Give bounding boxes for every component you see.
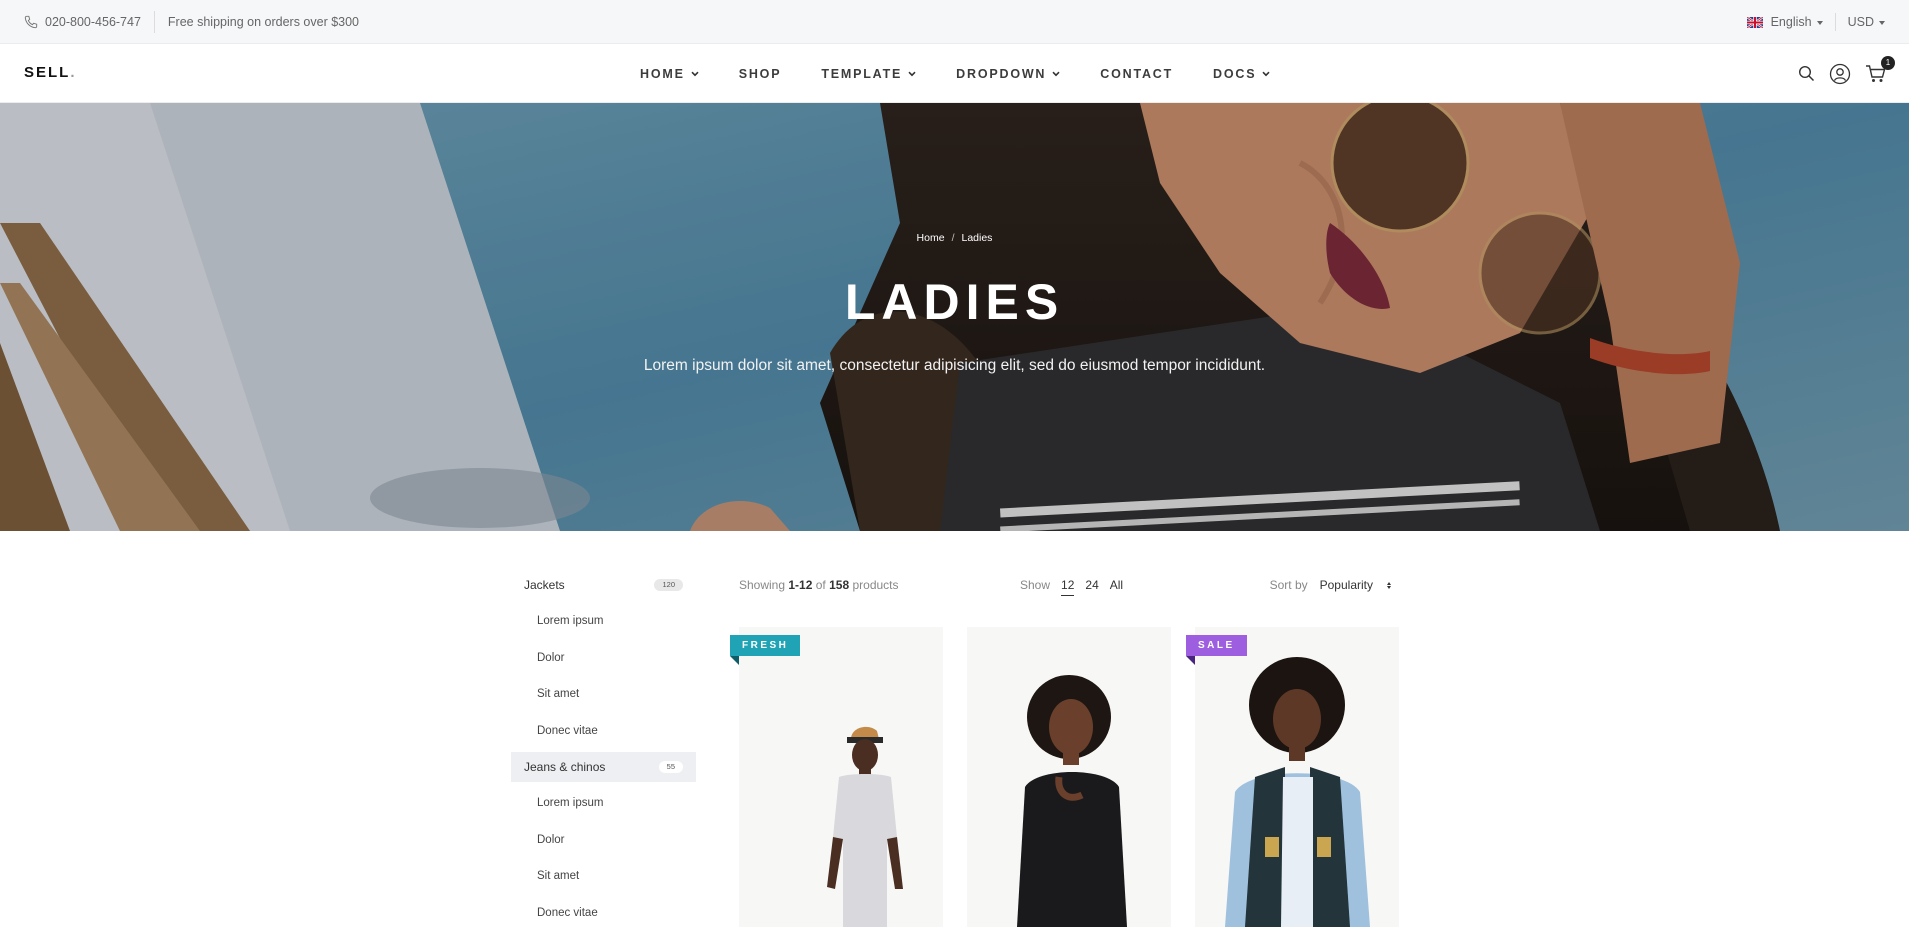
product-badge-sale: SALE (1186, 635, 1247, 656)
product-card[interactable]: FRESH (730, 627, 943, 927)
subcategory-item[interactable]: Lorem ipsum (511, 788, 696, 818)
page-size-option-all[interactable]: All (1110, 578, 1123, 596)
product-badge-fresh: FRESH (730, 635, 801, 656)
account-button[interactable] (1829, 63, 1851, 85)
phone-icon (24, 15, 38, 29)
page-title: LADIES (844, 274, 1065, 330)
product-card[interactable]: SALE (1186, 627, 1399, 927)
uk-flag-icon (1746, 16, 1763, 28)
subcategory-item[interactable]: Donec vitae (511, 716, 696, 746)
chevron-down-icon (1262, 71, 1270, 76)
main-navbar: SELL. HOME SHOP TEMPLATE DROPDOWN CONTAC… (0, 44, 1909, 103)
chevron-down-icon (691, 71, 699, 76)
breadcrumb-home-link[interactable]: Home (917, 232, 945, 244)
subcategory-item[interactable]: Dolor (511, 643, 696, 673)
showing-label: Showing (739, 578, 786, 592)
category-jackets[interactable]: Jackets 120 (511, 570, 696, 600)
page-subtitle: Lorem ipsum dolor sit amet, consectetur … (643, 357, 1266, 374)
topbar-divider (1834, 13, 1836, 31)
category-count-badge: 120 (654, 579, 683, 591)
search-icon (1798, 65, 1815, 82)
nav-item-home[interactable]: HOME (640, 67, 699, 81)
shipping-notice: Free shipping on orders over $300 (167, 15, 360, 29)
nav-item-contact[interactable]: CONTACT (1100, 67, 1173, 81)
sort-label: Sort by (1269, 578, 1308, 592)
hero-content: Home / Ladies LADIES Lorem ipsum dolor sit… (0, 103, 1909, 531)
badge-tail (730, 656, 739, 665)
category-sidebar: Jackets 120 Lorem ipsum Dolor Sit amet D… (511, 570, 696, 934)
currency-select[interactable]: USD (1848, 15, 1885, 29)
brand-logo[interactable]: SELL. (24, 64, 77, 81)
chevron-down-icon (908, 71, 916, 76)
sort-control: Sort by Popularity (1270, 578, 1391, 592)
subcategory-item[interactable]: Dolor (511, 825, 696, 855)
topbar-left: 020-800-456-747 Free shipping on orders … (24, 0, 359, 44)
sort-arrows-icon (1387, 581, 1391, 589)
results-range: 1-12 (788, 578, 813, 592)
nav-item-template[interactable]: TEMPLATE (821, 67, 916, 81)
category-label: Jackets (524, 578, 565, 592)
products-label: products (852, 578, 899, 592)
page-size-selector: Show 12 24 All (1020, 578, 1134, 596)
language-select[interactable]: English (1771, 15, 1823, 29)
results-total: 158 (829, 578, 850, 592)
main-menu: HOME SHOP TEMPLATE DROPDOWN CONTACT DOCS (640, 44, 1310, 103)
product-toolbar: Showing 1-12 of 158 products Show 12 24 … (739, 575, 1391, 597)
chevron-down-icon (1052, 71, 1060, 76)
brand-dot: . (70, 64, 77, 81)
chevron-down-icon (1879, 20, 1885, 25)
subcategory-item[interactable]: Sit amet (511, 861, 696, 891)
search-button[interactable] (1798, 65, 1815, 82)
sort-value: Popularity (1319, 578, 1373, 592)
phone-number[interactable]: 020-800-456-747 (45, 15, 141, 29)
nav-item-docs[interactable]: DOCS (1213, 67, 1270, 81)
badge-tail (1186, 656, 1195, 665)
nav-item-dropdown[interactable]: DROPDOWN (956, 67, 1060, 81)
subcategory-item[interactable]: Lorem ipsum (511, 606, 696, 636)
language-label: English (1770, 15, 1812, 29)
nav-item-shop[interactable]: SHOP (739, 67, 782, 81)
nav-item-label: HOME (640, 66, 685, 81)
category-jeans-chinos[interactable]: Jeans & chinos 55 (511, 752, 696, 782)
cart-count-badge: 1 (1881, 55, 1895, 70)
nav-item-label: SHOP (738, 66, 782, 81)
nav-item-label: DROPDOWN (956, 66, 1047, 81)
topbar-divider (153, 11, 155, 33)
cart-button[interactable]: 1 (1865, 55, 1895, 84)
nav-item-label: DOCS (1213, 66, 1257, 81)
nav-icons: 1 (1784, 44, 1895, 103)
chevron-down-icon (1816, 20, 1823, 25)
topbar-right: English USD (1746, 0, 1885, 44)
results-count: Showing 1-12 of 158 products (739, 578, 899, 592)
sort-select[interactable]: Popularity (1320, 578, 1391, 592)
show-label: Show (1020, 578, 1051, 592)
subcategory-item[interactable]: Donec vitae (511, 898, 696, 928)
breadcrumb: Home / Ladies (0, 232, 1909, 244)
currency-label: USD (1847, 15, 1874, 29)
breadcrumb-separator: / (951, 232, 955, 244)
nav-item-label: CONTACT (1100, 66, 1174, 81)
category-count-badge: 55 (658, 761, 683, 773)
product-image (1017, 675, 1127, 927)
category-label: Jeans & chinos (524, 760, 606, 774)
hero-banner: Home / Ladies LADIES Lorem ipsum dolor sit… (0, 103, 1909, 531)
page-size-option-24[interactable]: 24 (1085, 578, 1098, 596)
breadcrumb-current: Ladies (961, 232, 993, 244)
nav-item-label: TEMPLATE (821, 66, 903, 81)
topbar: 020-800-456-747 Free shipping on orders … (0, 0, 1909, 44)
user-icon (1829, 63, 1851, 84)
brand-name: SELL (24, 64, 71, 81)
page-size-option-12[interactable]: 12 (1061, 578, 1075, 596)
product-image (827, 726, 903, 927)
product-card[interactable] (967, 627, 1171, 927)
subcategory-item[interactable]: Sit amet (511, 679, 696, 709)
of-label: of (815, 578, 826, 592)
product-image (1225, 657, 1370, 927)
